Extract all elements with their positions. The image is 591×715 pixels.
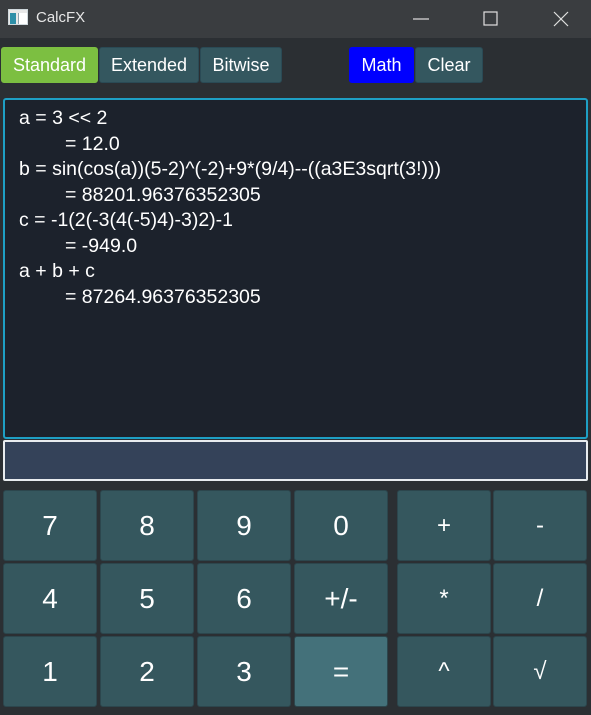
tab-standard[interactable]: Standard: [1, 47, 98, 83]
maximize-icon: [483, 11, 498, 26]
output-result: = 88201.96376352305: [65, 183, 261, 206]
key-plus[interactable]: +: [397, 490, 491, 561]
output-expression: a = 3 << 2: [19, 107, 108, 129]
key-5[interactable]: 5: [100, 563, 194, 634]
output-panel[interactable]: a = 3 << 2 = 12.0 b = sin(cos(a))(5-2)^(…: [3, 98, 588, 439]
key-7[interactable]: 7: [3, 490, 97, 561]
key-power[interactable]: ^: [397, 636, 491, 707]
key-equals[interactable]: =: [294, 636, 388, 707]
key-1[interactable]: 1: [3, 636, 97, 707]
output-expression: a + b + c: [19, 260, 95, 282]
math-button[interactable]: Math: [349, 47, 414, 83]
key-9[interactable]: 9: [197, 490, 291, 561]
key-0[interactable]: 0: [294, 490, 388, 561]
close-icon: [553, 11, 569, 27]
key-6[interactable]: 6: [197, 563, 291, 634]
minimize-icon: [413, 18, 429, 20]
title-bar: CalcFX: [0, 0, 591, 38]
key-8[interactable]: 8: [100, 490, 194, 561]
output-expression: c = -1(2(-3(4(-5)4)-3)2)-1: [19, 209, 233, 231]
key-4[interactable]: 4: [3, 563, 97, 634]
output-expression: b = sin(cos(a))(5-2)^(-2)+9*(9/4)--((a3E…: [19, 158, 441, 180]
minimize-button[interactable]: [396, 0, 446, 38]
output-result: = 12.0: [65, 132, 120, 155]
clear-button[interactable]: Clear: [415, 47, 483, 83]
window-title: CalcFX: [36, 9, 86, 26]
app-icon: [8, 9, 28, 25]
key-minus[interactable]: -: [493, 490, 587, 561]
close-button[interactable]: [536, 0, 586, 38]
output-result: = 87264.96376352305: [65, 285, 261, 308]
output-result: = -949.0: [65, 234, 138, 257]
maximize-button[interactable]: [466, 0, 516, 38]
key-divide[interactable]: /: [493, 563, 587, 634]
key-2[interactable]: 2: [100, 636, 194, 707]
tab-bitwise[interactable]: Bitwise: [200, 47, 282, 83]
expression-input[interactable]: [3, 440, 588, 481]
key-3[interactable]: 3: [197, 636, 291, 707]
key-negate[interactable]: +/-: [294, 563, 388, 634]
tab-extended[interactable]: Extended: [99, 47, 199, 83]
key-sqrt[interactable]: √: [493, 636, 587, 707]
key-multiply[interactable]: *: [397, 563, 491, 634]
